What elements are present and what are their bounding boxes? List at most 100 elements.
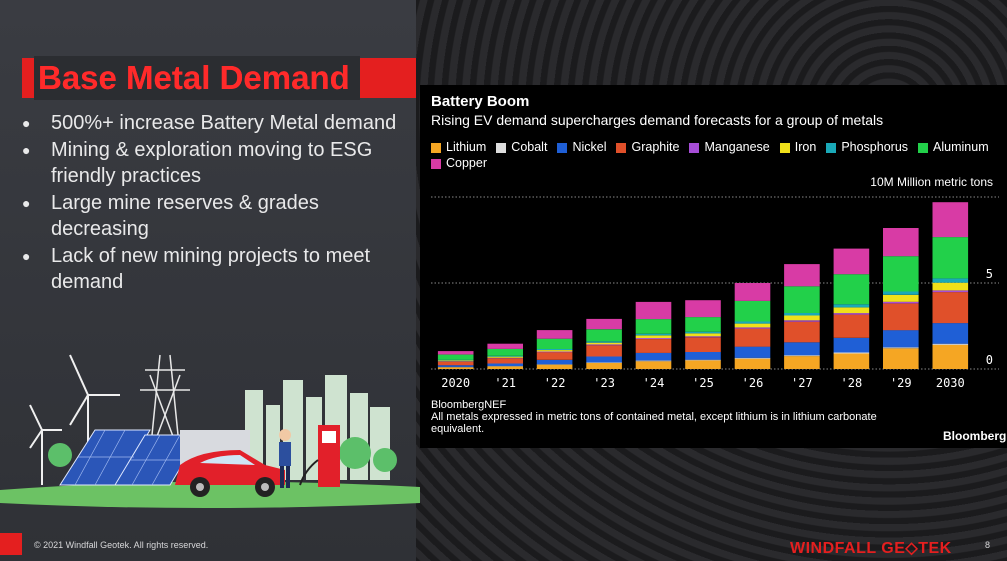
bloomberg-logo: Bloomberg bbox=[943, 429, 1007, 443]
x-tick-label: '27 bbox=[791, 376, 813, 390]
bar-segment-cobalt bbox=[932, 343, 969, 345]
bar-segment-copper bbox=[536, 330, 573, 339]
city-skyline-icon bbox=[245, 375, 390, 480]
slide-title: Base Metal Demand bbox=[34, 56, 360, 100]
page-number: 8 bbox=[985, 540, 991, 550]
bar-segment-lithium bbox=[883, 348, 919, 369]
bar-segment-graphite bbox=[932, 292, 969, 324]
bar-segment-aluminum bbox=[932, 237, 969, 279]
bar-segment-manganese bbox=[784, 320, 820, 322]
x-tick-label: '22 bbox=[544, 376, 566, 390]
bar-segment-lithium bbox=[932, 344, 969, 369]
y-tick-label: 5 bbox=[986, 267, 993, 281]
x-tick-label: '21 bbox=[494, 376, 516, 390]
bar-segment-nickel bbox=[883, 330, 919, 348]
bar-segment-cobalt bbox=[685, 359, 721, 361]
bar-segment-phosphorus bbox=[685, 331, 721, 334]
bar-segment-lithium bbox=[734, 358, 771, 369]
bullet-item: 500%+ increase Battery Metal demand bbox=[20, 110, 412, 137]
bar-segment-phosphorus bbox=[487, 355, 523, 357]
bar-segment-phosphorus bbox=[635, 333, 672, 336]
bar-segment-copper bbox=[932, 202, 969, 238]
bar-segment-iron bbox=[487, 356, 523, 358]
bar-segment-lithium bbox=[833, 353, 870, 369]
bar-segment-cobalt bbox=[586, 362, 622, 363]
bar-segment-copper bbox=[437, 351, 474, 355]
bar-segment-graphite bbox=[487, 358, 523, 364]
bar-segment-manganese bbox=[932, 290, 969, 293]
bar-segment-lithium bbox=[784, 356, 820, 369]
bullet-item: Lack of new mining projects to meet dema… bbox=[20, 243, 412, 296]
bar-segment-iron bbox=[734, 323, 771, 328]
copyright-text: © 2021 Windfall Geotek. All rights reser… bbox=[34, 540, 209, 550]
bar-segment-manganese bbox=[833, 313, 870, 315]
bar-segment-manganese bbox=[734, 327, 771, 329]
bar-segment-nickel bbox=[833, 337, 870, 353]
bar-segment-aluminum bbox=[784, 286, 820, 313]
bar-segment-cobalt bbox=[734, 357, 771, 359]
bar-segment-nickel bbox=[536, 359, 573, 365]
bar-segment-copper bbox=[833, 248, 870, 275]
bar-segment-aluminum bbox=[883, 256, 919, 292]
bar-segment-lithium bbox=[635, 361, 672, 369]
bar-segment-aluminum bbox=[487, 348, 523, 356]
x-tick-label: '29 bbox=[890, 376, 912, 390]
bar-segment-copper bbox=[685, 300, 721, 318]
x-tick-label: '23 bbox=[593, 376, 615, 390]
bar-segment-graphite bbox=[586, 345, 622, 357]
bar-segment-manganese bbox=[586, 344, 622, 346]
bar-segment-phosphorus bbox=[734, 321, 771, 324]
bar-segment-aluminum bbox=[685, 317, 721, 332]
bar-segment-cobalt bbox=[784, 355, 820, 357]
green-energy-illustration bbox=[0, 354, 420, 508]
bar-segment-lithium bbox=[685, 360, 721, 369]
bar-segment-phosphorus bbox=[883, 291, 919, 295]
stacked-bar-chart: 0 5 2020 '21 '22 '23 '24 '25 '26 '27 '28 '29 2030 bbox=[431, 196, 999, 390]
chart-source: BloombergNEF bbox=[431, 399, 507, 411]
bar-segment-cobalt bbox=[635, 360, 672, 362]
bar-segment-cobalt bbox=[833, 352, 870, 354]
bar-segment-phosphorus bbox=[586, 341, 622, 343]
bar-segment-iron bbox=[932, 282, 969, 291]
bar-segment-copper bbox=[487, 343, 523, 349]
x-tick-label: '26 bbox=[742, 376, 764, 390]
bar-segment-nickel bbox=[437, 365, 474, 367]
bar-segment-copper bbox=[635, 301, 672, 320]
bar-segment-copper bbox=[734, 283, 771, 301]
bar-segment-nickel bbox=[586, 356, 622, 363]
bar-segment-phosphorus bbox=[437, 359, 474, 361]
bar-segment-graphite bbox=[833, 314, 870, 338]
bar-segment-graphite bbox=[437, 361, 474, 366]
bar-segment-phosphorus bbox=[932, 278, 969, 283]
bar-segment-aluminum bbox=[586, 329, 622, 342]
bar-segment-graphite bbox=[635, 339, 672, 353]
x-tick-label: '28 bbox=[841, 376, 863, 390]
bar-segment-iron bbox=[635, 335, 672, 339]
bar-segment-graphite bbox=[883, 303, 919, 331]
bar-segment-iron bbox=[586, 342, 622, 345]
bar-segment-phosphorus bbox=[784, 312, 820, 316]
bar-segment-iron bbox=[784, 315, 820, 321]
footer-accent-square bbox=[0, 533, 22, 555]
bar-segment-iron bbox=[883, 294, 919, 302]
bar-segment-copper bbox=[586, 318, 622, 330]
bar-segment-nickel bbox=[635, 352, 672, 361]
bar-segment-lithium bbox=[536, 364, 573, 369]
bar-segment-manganese bbox=[437, 361, 474, 362]
bar-segment-nickel bbox=[685, 352, 721, 360]
x-tick-label: '24 bbox=[643, 376, 665, 390]
bar-segment-graphite bbox=[536, 352, 573, 360]
bullet-list: 500%+ increase Battery Metal demand Mini… bbox=[20, 110, 412, 296]
bar-segment-aluminum bbox=[833, 274, 870, 305]
bar-segment-nickel bbox=[784, 342, 820, 356]
bar-segment-manganese bbox=[487, 357, 523, 359]
bullet-item: Large mine reserves & grades decreasing bbox=[20, 190, 412, 243]
bar-segment-lithium bbox=[586, 363, 622, 369]
bar-segment-copper bbox=[883, 228, 919, 257]
bar-segment-iron bbox=[437, 360, 474, 362]
bar-segment-phosphorus bbox=[833, 304, 870, 308]
y-tick-label: 0 bbox=[986, 353, 993, 367]
x-tick-label: '25 bbox=[692, 376, 714, 390]
brand-logo: WINDFALL GE◇TEK bbox=[790, 540, 952, 557]
bar-segment-lithium bbox=[487, 366, 523, 369]
